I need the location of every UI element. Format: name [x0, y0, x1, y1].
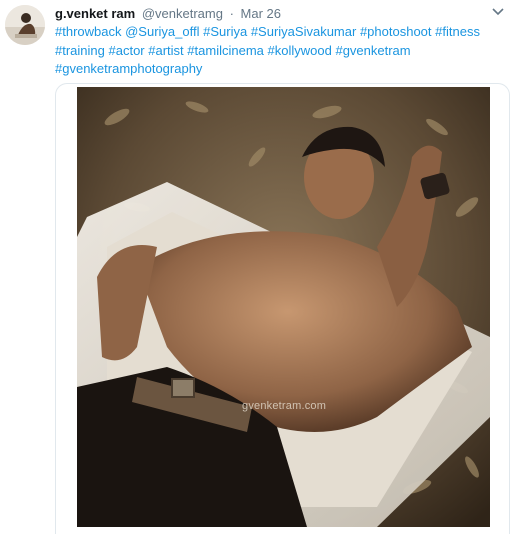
avatar[interactable] — [5, 5, 45, 45]
hashtag-link[interactable]: #Suriya — [203, 24, 247, 39]
separator-dot: · — [229, 6, 234, 21]
tweet: g.venket ram @venketramg · Mar 26 #throw… — [0, 0, 512, 534]
hashtag-link[interactable]: #training — [55, 43, 105, 58]
author-handle[interactable]: @venketramg — [142, 6, 223, 21]
mention-link[interactable]: @Suriya_offl — [125, 24, 199, 39]
hashtag-link[interactable]: #photoshoot — [360, 24, 432, 39]
photo-illustration — [77, 87, 490, 527]
hashtag-link[interactable]: #tamilcinema — [187, 43, 264, 58]
hashtag-link[interactable]: #SuriyaSivakumar — [251, 24, 357, 39]
hashtag-link[interactable]: #fitness — [435, 24, 480, 39]
hashtag-link[interactable]: #artist — [148, 43, 183, 58]
tweet-photo[interactable]: gvenketram.com — [77, 87, 490, 527]
hashtag-link[interactable]: #gvenketramphotography — [55, 61, 202, 76]
hashtag-link[interactable]: #kollywood — [268, 43, 332, 58]
tweet-header: g.venket ram @venketramg · Mar 26 — [55, 4, 281, 24]
photo-watermark: gvenketram.com — [242, 400, 327, 412]
hashtag-link[interactable]: #actor — [109, 43, 145, 58]
avatar-image — [5, 5, 45, 45]
media-container: gvenketram.com — [55, 83, 510, 534]
tweet-timestamp[interactable]: Mar 26 — [241, 6, 281, 21]
author-name[interactable]: g.venket ram — [55, 6, 135, 21]
tweet-text: #throwback @Suriya_offl #Suriya #SuriyaS… — [55, 23, 495, 79]
more-options-button[interactable] — [490, 4, 506, 20]
hashtag-link[interactable]: #gvenketram — [335, 43, 410, 58]
chevron-down-icon — [492, 8, 504, 16]
hashtag-link[interactable]: #throwback — [55, 24, 121, 39]
